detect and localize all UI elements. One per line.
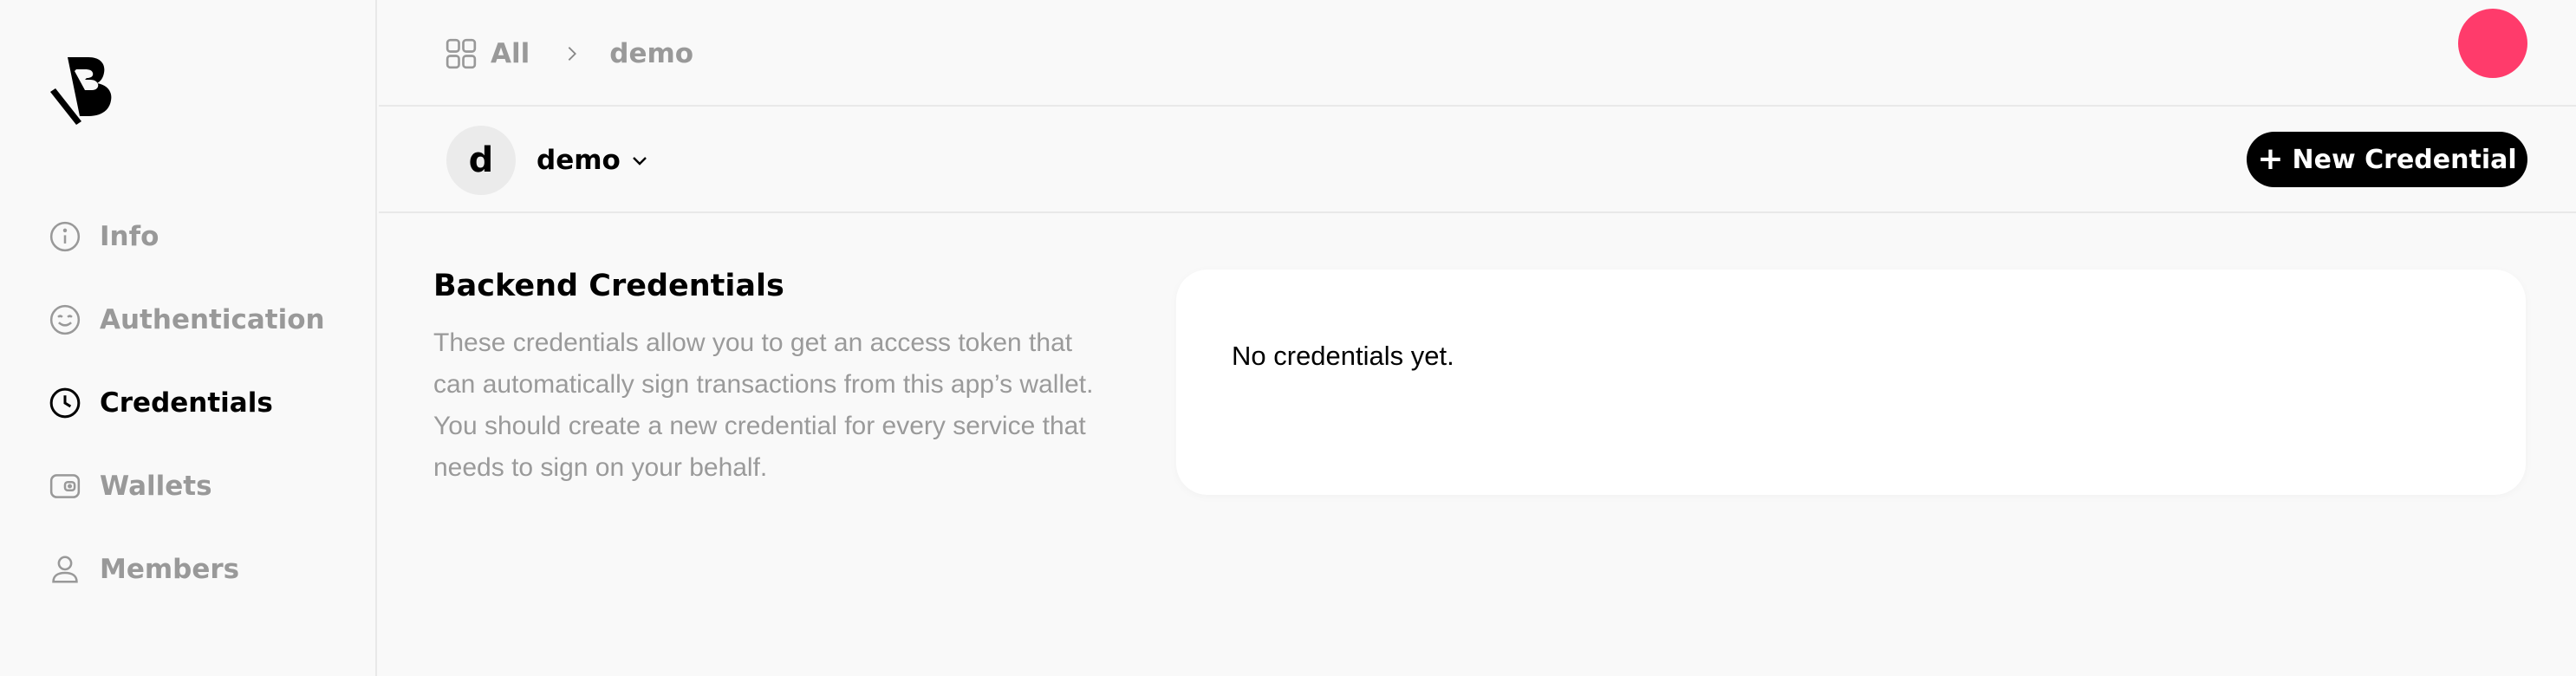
sidebar-item-label: Authentication <box>100 304 325 335</box>
sidebar-item-credentials[interactable]: Credentials <box>48 361 360 445</box>
app-root: Info Authentication Credentials Wallets <box>0 0 2576 676</box>
breadcrumb-current[interactable]: demo <box>609 38 693 69</box>
sidebar-item-label: Wallets <box>100 471 212 502</box>
app-avatar: d <box>446 126 516 195</box>
wallet-icon <box>48 469 82 504</box>
sidebar-item-label: Credentials <box>100 387 273 419</box>
chevron-right-icon <box>563 44 582 63</box>
plus-icon: + <box>2257 141 2284 177</box>
info-icon <box>48 219 82 254</box>
sidebar-item-info[interactable]: Info <box>48 195 360 278</box>
sidebar-nav: Info Authentication Credentials Wallets <box>48 195 360 611</box>
smiley-icon <box>48 302 82 337</box>
top-bar: All demo <box>379 0 2576 107</box>
new-credential-button[interactable]: + New Credential <box>2247 132 2527 187</box>
app-name: demo <box>537 145 621 176</box>
sidebar-item-wallets[interactable]: Wallets <box>48 445 360 528</box>
breadcrumb: All demo <box>444 33 693 75</box>
clock-icon <box>48 386 82 420</box>
chevron-down-icon <box>629 150 650 171</box>
section-title: Backend Credentials <box>433 269 784 303</box>
section-description: These credentials allow you to get an ac… <box>433 328 1094 482</box>
credentials-list-card: No credentials yet. <box>1176 270 2526 495</box>
app-switcher[interactable]: d demo <box>446 126 650 195</box>
empty-state-message: No credentials yet. <box>1232 341 1454 371</box>
breadcrumb-all-label: All <box>491 38 530 69</box>
sidebar: Info Authentication Credentials Wallets <box>0 0 377 676</box>
brand-logo-icon[interactable] <box>50 55 118 125</box>
breadcrumb-all[interactable]: All <box>444 36 530 71</box>
user-icon <box>48 552 82 587</box>
sidebar-item-label: Members <box>100 554 240 585</box>
user-avatar[interactable] <box>2458 9 2527 78</box>
sidebar-item-authentication[interactable]: Authentication <box>48 278 360 361</box>
credentials-intro: Backend Credentials These credentials al… <box>433 269 1109 489</box>
sidebar-item-members[interactable]: Members <box>48 528 360 611</box>
sidebar-item-label: Info <box>100 221 159 252</box>
new-credential-label: New Credential <box>2292 144 2517 175</box>
grid-icon <box>446 38 477 69</box>
app-bar: d demo + New Credential <box>379 108 2576 213</box>
